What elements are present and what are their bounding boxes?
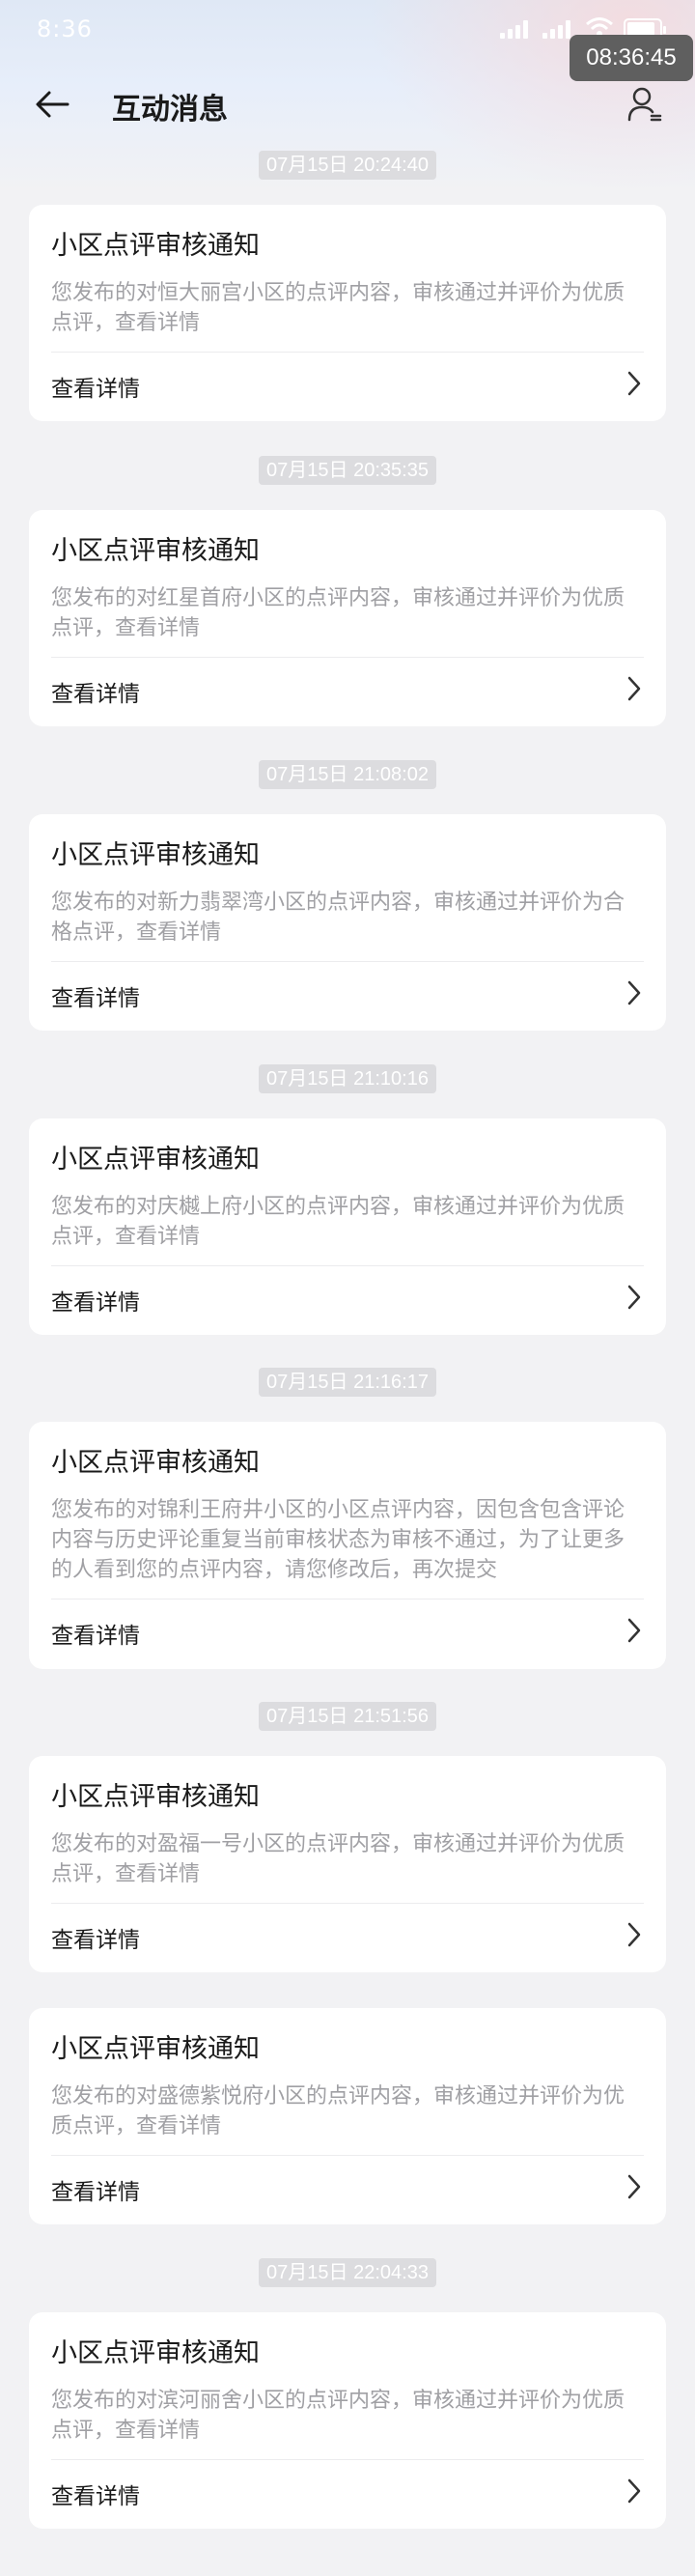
message-card[interactable]: 小区点评审核通知您发布的对红星首府小区的点评内容，审核通过并评价为优质点评，查看…	[29, 510, 666, 726]
signal-icon	[500, 19, 533, 39]
chevron-right-icon	[627, 1922, 641, 1947]
view-details-row[interactable]: 查看详情	[29, 962, 666, 1024]
timestamp-label: 07月15日 21:51:56	[259, 1702, 436, 1731]
view-details-row[interactable]: 查看详情	[29, 1266, 666, 1328]
chevron-right-icon	[627, 676, 641, 701]
message-timestamp: 07月15日 21:08:02	[0, 760, 695, 789]
view-details-label: 查看详情	[51, 682, 140, 707]
page-title: 互动消息	[112, 93, 228, 127]
chevron-right-icon	[627, 1618, 641, 1643]
message-body: 您发布的对盛德紫悦府小区的点评内容，审核通过并评价为优质点评，查看详情	[51, 2084, 626, 2138]
message-timestamp: 07月15日 22:04:33	[0, 2258, 695, 2287]
message-body: 您发布的对滨河丽舍小区的点评内容，审核通过并评价为优质点评，查看详情	[51, 2389, 626, 2443]
chevron-right-icon	[627, 2478, 641, 2504]
view-details-row[interactable]: 查看详情	[29, 2460, 666, 2522]
timestamp-label: 07月15日 21:08:02	[259, 760, 436, 789]
arrow-left-icon	[36, 91, 70, 118]
message-timestamp: 07月15日 21:16:17	[0, 1368, 695, 1397]
message-body: 您发布的对锦利王府井小区的小区点评内容，因包含包含评论内容与历史评论重复当前审核…	[51, 1498, 626, 1582]
chevron-right-icon	[627, 1285, 641, 1310]
view-details-label: 查看详情	[51, 1928, 140, 1953]
message-title: 小区点评审核通知	[51, 536, 260, 566]
message-title: 小区点评审核通知	[51, 1782, 260, 1812]
timestamp-label: 07月15日 21:16:17	[259, 1368, 436, 1397]
message-timestamp: 07月15日 21:10:16	[0, 1064, 695, 1093]
view-details-label: 查看详情	[51, 377, 140, 402]
message-body: 您发布的对新力翡翠湾小区的点评内容，审核通过并评价为合格点评，查看详情	[51, 891, 626, 945]
message-card[interactable]: 小区点评审核通知您发布的对庆樾上府小区的点评内容，审核通过并评价为优质点评，查看…	[29, 1118, 666, 1335]
message-card[interactable]: 小区点评审核通知您发布的对盈福一号小区的点评内容，审核通过并评价为优质点评，查看…	[29, 1756, 666, 1972]
view-details-row[interactable]: 查看详情	[29, 2156, 666, 2218]
message-timestamp: 07月15日 21:51:56	[0, 1702, 695, 1731]
view-details-row[interactable]: 查看详情	[29, 658, 666, 720]
message-timestamp: 07月15日 20:35:35	[0, 456, 695, 485]
view-details-label: 查看详情	[51, 2180, 140, 2205]
chevron-right-icon	[627, 2174, 641, 2199]
message-title: 小区点评审核通知	[51, 231, 260, 261]
timestamp-label: 07月15日 22:04:33	[259, 2258, 436, 2287]
message-card[interactable]: 小区点评审核通知您发布的对新力翡翠湾小区的点评内容，审核通过并评价为合格点评，查…	[29, 814, 666, 1031]
timestamp-label: 07月15日 20:35:35	[259, 456, 436, 485]
view-details-label: 查看详情	[51, 2484, 140, 2509]
view-details-row[interactable]: 查看详情	[29, 1599, 666, 1661]
timestamp-label: 07月15日 21:10:16	[259, 1064, 436, 1093]
message-title: 小区点评审核通知	[51, 1448, 260, 1478]
view-details-row[interactable]: 查看详情	[29, 1904, 666, 1966]
view-details-row[interactable]: 查看详情	[29, 353, 666, 414]
message-body: 您发布的对恒大丽宫小区的点评内容，审核通过并评价为优质点评，查看详情	[51, 281, 626, 335]
app-header: 互动消息	[0, 71, 695, 137]
message-card[interactable]: 小区点评审核通知您发布的对恒大丽宫小区的点评内容，审核通过并评价为优质点评，查看…	[29, 205, 666, 421]
message-body: 您发布的对庆樾上府小区的点评内容，审核通过并评价为优质点评，查看详情	[51, 1195, 626, 1249]
message-title: 小区点评审核通知	[51, 840, 260, 870]
view-details-label: 查看详情	[51, 1624, 140, 1649]
status-time: 8:36	[37, 15, 93, 42]
message-body: 您发布的对红星首府小区的点评内容，审核通过并评价为优质点评，查看详情	[51, 586, 626, 640]
view-details-label: 查看详情	[51, 986, 140, 1011]
chevron-right-icon	[627, 371, 641, 396]
message-body: 您发布的对盈福一号小区的点评内容，审核通过并评价为优质点评，查看详情	[51, 1832, 626, 1886]
message-card[interactable]: 小区点评审核通知您发布的对锦利王府井小区的小区点评内容，因包含包含评论内容与历史…	[29, 1422, 666, 1669]
view-details-label: 查看详情	[51, 1290, 140, 1316]
message-card[interactable]: 小区点评审核通知您发布的对盛德紫悦府小区的点评内容，审核通过并评价为优质点评，查…	[29, 2008, 666, 2224]
user-settings-button[interactable]	[622, 81, 668, 127]
chevron-right-icon	[627, 980, 641, 1005]
message-title: 小区点评审核通知	[51, 2034, 260, 2064]
message-card[interactable]: 小区点评审核通知您发布的对滨河丽舍小区的点评内容，审核通过并评价为优质点评，查看…	[29, 2312, 666, 2529]
message-title: 小区点评审核通知	[51, 2338, 260, 2368]
timestamp-label: 07月15日 20:24:40	[259, 151, 436, 180]
message-timestamp: 07月15日 20:24:40	[0, 151, 695, 180]
message-title: 小区点评审核通知	[51, 1145, 260, 1175]
signal-icon-2	[542, 19, 575, 39]
user-icon	[627, 87, 662, 122]
back-button[interactable]	[29, 81, 75, 127]
